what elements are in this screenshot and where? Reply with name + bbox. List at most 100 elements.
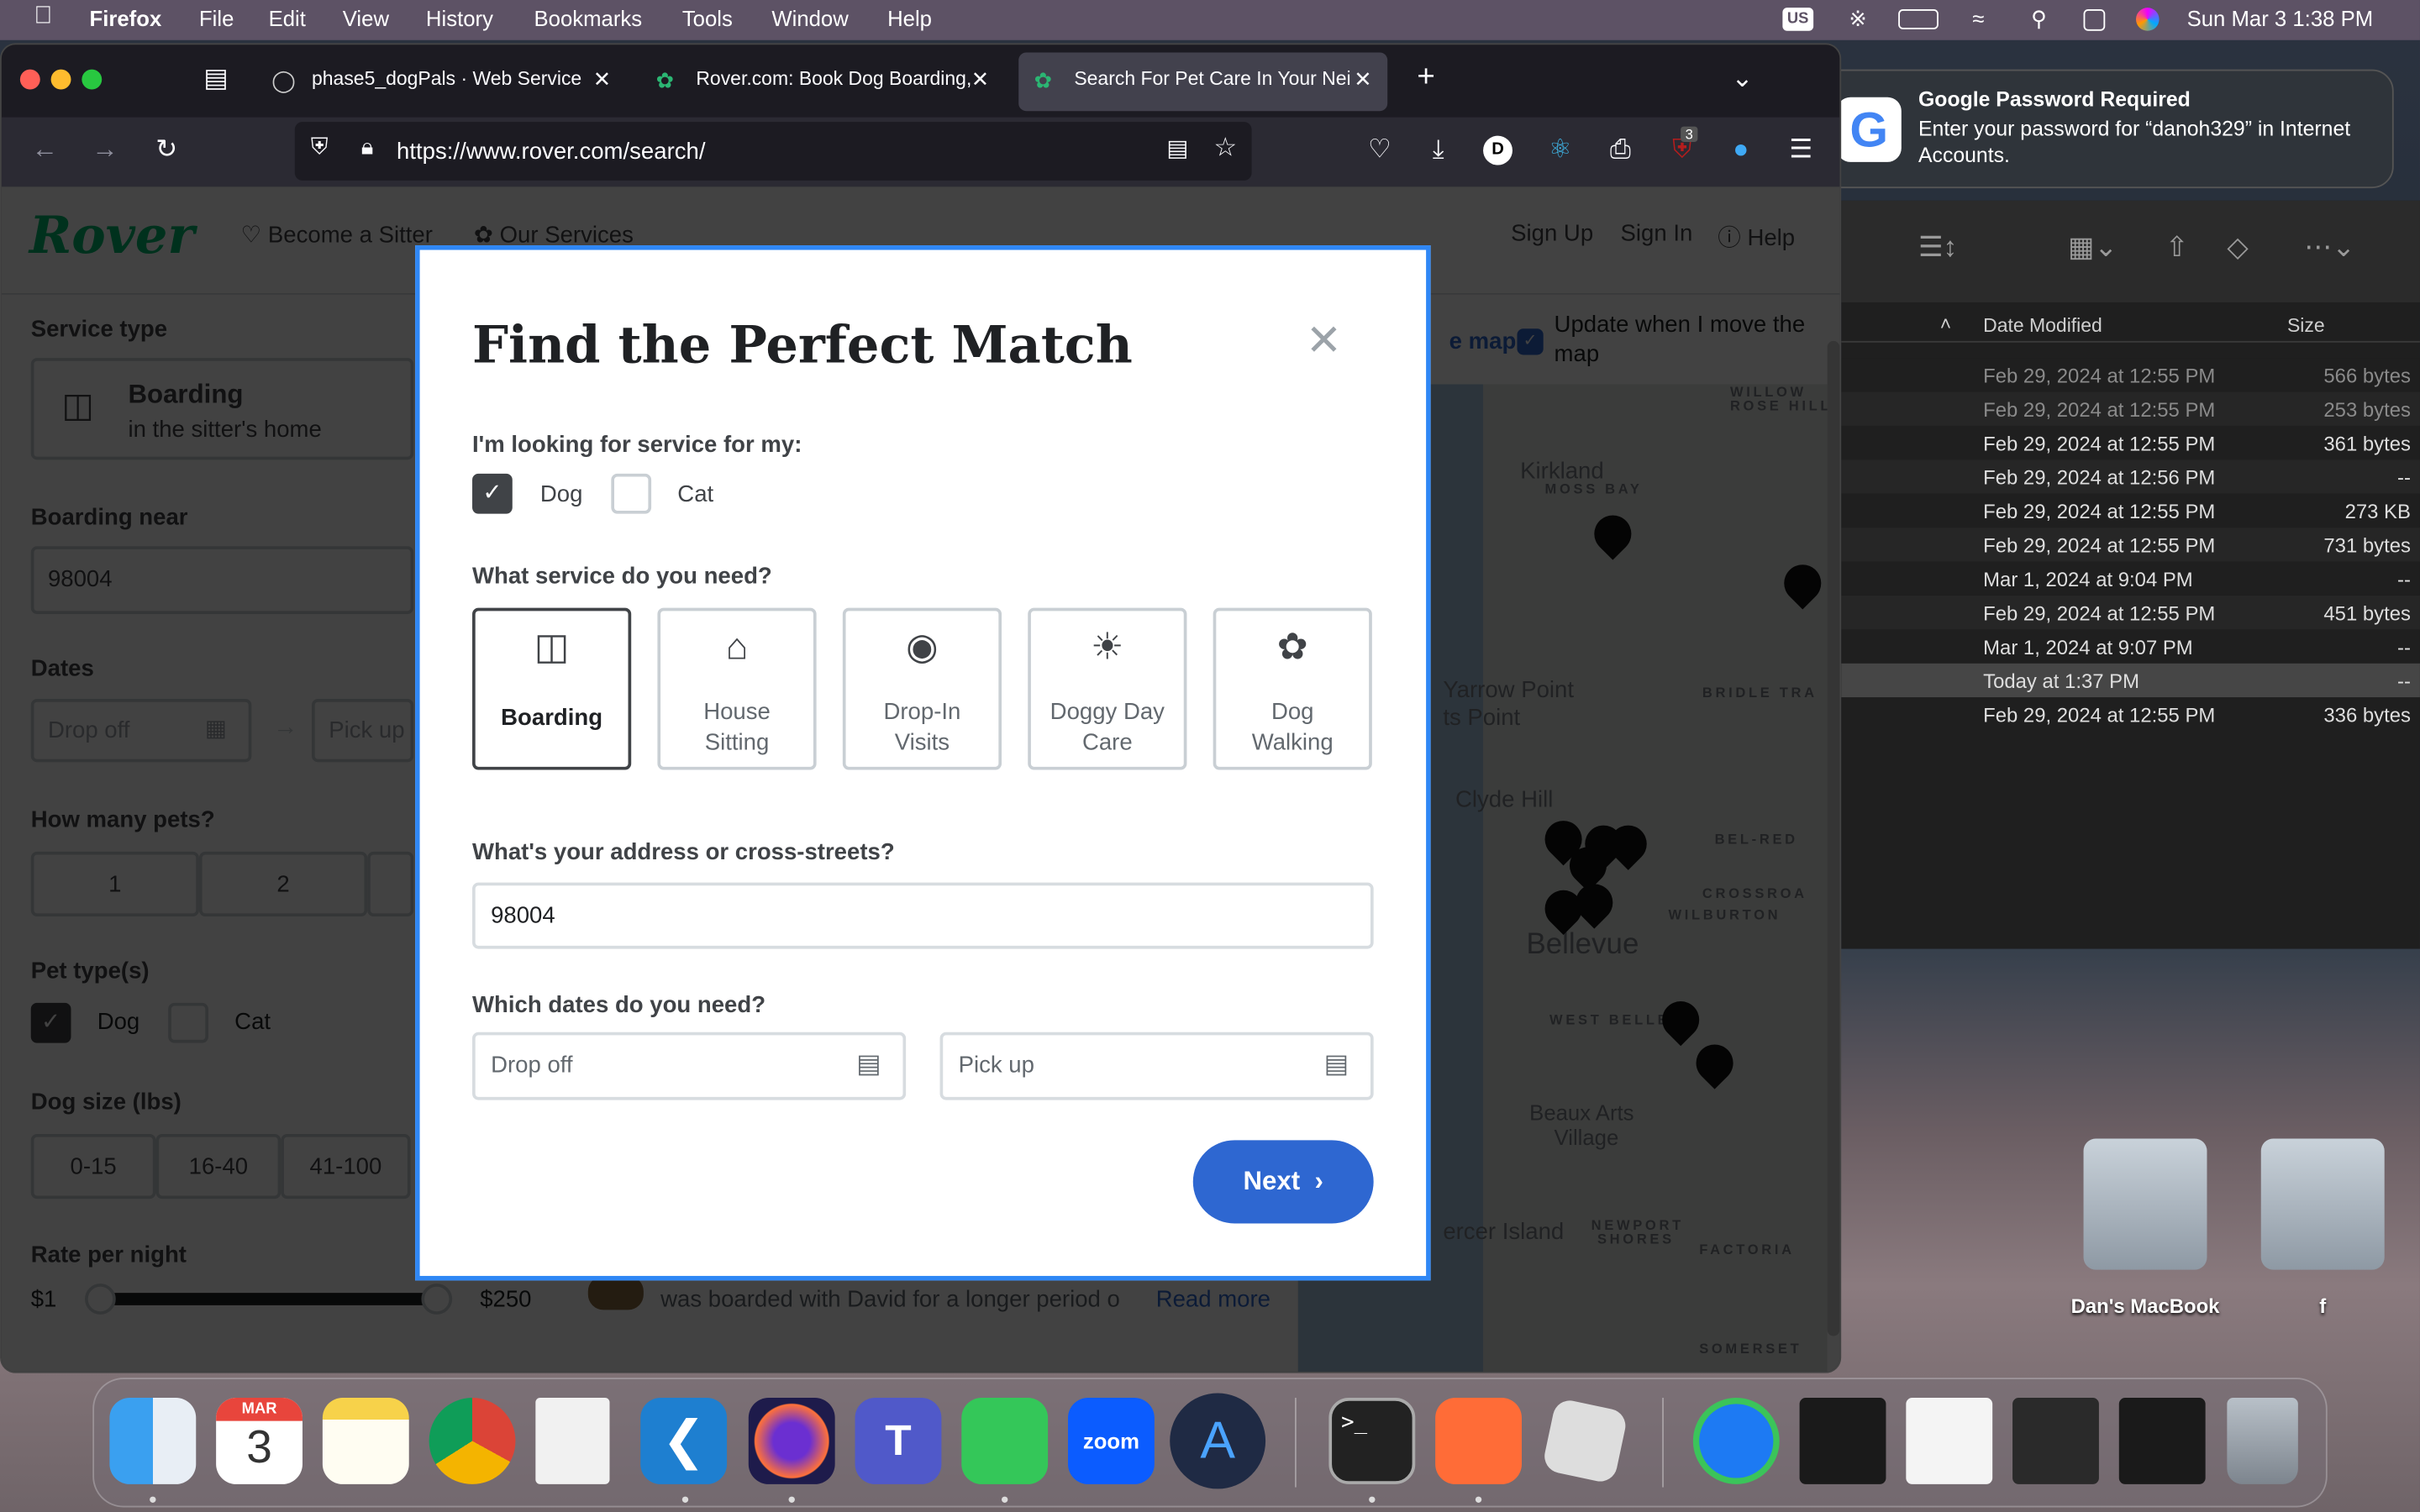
next-button[interactable]: Next › xyxy=(1192,1140,1374,1224)
file-row[interactable]: Feb 29, 2024 at 12:55 PM 253 bytes xyxy=(1841,391,2420,426)
dog-size-small[interactable]: 0-15 xyxy=(30,1133,156,1200)
forward-icon[interactable]: → xyxy=(88,134,122,165)
menu-help[interactable]: Help xyxy=(887,6,932,30)
vscode-dock-icon[interactable]: ❮ xyxy=(640,1398,728,1484)
read-more-link[interactable]: Read more xyxy=(1156,1287,1270,1313)
zoom-dock-icon[interactable]: zoom xyxy=(1067,1398,1155,1484)
file-row[interactable]: Feb 29, 2024 at 12:55 PM 273 KB xyxy=(1841,493,2420,528)
arc-dock-icon[interactable]: A xyxy=(1170,1393,1266,1489)
list-tabs-chevron-icon[interactable]: ⌄ xyxy=(1725,63,1759,94)
close-window-button[interactable] xyxy=(19,69,40,90)
file-row[interactable]: Feb 29, 2024 at 12:55 PM 731 bytes xyxy=(1841,528,2420,562)
rate-slider-min-handle[interactable] xyxy=(85,1284,116,1315)
close-tab-icon[interactable]: ✕ xyxy=(1354,66,1372,92)
postman-dock-icon[interactable] xyxy=(1435,1398,1522,1484)
close-tab-icon[interactable]: ✕ xyxy=(593,66,612,92)
notes-dock-icon[interactable] xyxy=(322,1398,409,1484)
reload-icon[interactable]: ↻ xyxy=(150,134,183,165)
trash-dock-icon[interactable] xyxy=(2227,1398,2298,1484)
input-source-indicator[interactable]: US xyxy=(1782,8,1813,31)
page-scrollbar[interactable] xyxy=(1827,340,1840,1336)
wifi-icon[interactable]: ≈ xyxy=(1972,6,1984,30)
react-devtools-icon[interactable]: ⚛ xyxy=(1544,134,1577,165)
finder-dock-icon[interactable] xyxy=(109,1398,197,1484)
service-card-day-care[interactable]: ☀ Doggy Day Care xyxy=(1028,607,1187,770)
minimize-window-button[interactable] xyxy=(50,69,71,90)
more-actions-icon[interactable]: ⋯⌄ xyxy=(2304,232,2355,265)
file-row[interactable]: Mar 1, 2024 at 9:07 PM -- xyxy=(1841,629,2420,664)
filter-cat-checkbox[interactable] xyxy=(168,1002,208,1043)
extension-d-icon[interactable]: D xyxy=(1483,135,1512,165)
window-thumbnail[interactable] xyxy=(2118,1398,2206,1484)
filter-drop-off-input[interactable]: Drop off ▦ xyxy=(30,699,252,763)
tracking-shield-icon[interactable]: ⛨ xyxy=(302,134,336,160)
sort-chevron-icon[interactable]: ˄ xyxy=(1940,313,1951,335)
disk-label-f[interactable]: f xyxy=(2230,1294,2415,1318)
share-icon[interactable]: ⇧ xyxy=(2165,232,2189,265)
our-services-link[interactable]: ✿ Our Services xyxy=(474,221,634,248)
menu-app-firefox[interactable]: Firefox xyxy=(90,6,162,30)
column-date-modified[interactable]: Date Modified xyxy=(1983,315,2102,337)
url-text[interactable]: https://www.rover.com/search/ xyxy=(397,139,705,165)
group-icon[interactable]: ▦⌄ xyxy=(2068,232,2118,265)
pets-count-2[interactable]: 2 xyxy=(198,851,368,916)
lock-icon[interactable]: 🔒︎ xyxy=(350,134,384,160)
reader-view-icon[interactable]: ▤ xyxy=(1160,134,1194,162)
menu-bookmarks[interactable]: Bookmarks xyxy=(534,6,642,30)
drop-off-input[interactable]: Drop off ▤ xyxy=(472,1032,907,1100)
window-thumbnail[interactable] xyxy=(1906,1398,1993,1484)
sitter-map-pin[interactable] xyxy=(1654,993,1707,1047)
menu-edit[interactable]: Edit xyxy=(269,6,306,30)
bluetooth-icon[interactable]: ※ xyxy=(1849,6,1867,32)
pick-up-input[interactable]: Pick up ▤ xyxy=(939,1032,1374,1100)
new-tab-icon[interactable]: + xyxy=(1409,60,1443,96)
disk-icon[interactable] xyxy=(2260,1138,2385,1270)
menu-window[interactable]: Window xyxy=(771,6,848,30)
dog-size-medium[interactable]: 16-40 xyxy=(155,1133,281,1200)
become-sitter-link[interactable]: ♡ Become a Sitter xyxy=(241,221,433,248)
list-view-icon[interactable]: ☰↕ xyxy=(1918,232,1957,265)
menu-clock[interactable]: Sun Mar 3 1:38 PM xyxy=(2187,6,2374,30)
pets-count-more[interactable] xyxy=(367,851,414,916)
close-modal-icon[interactable]: ✕ xyxy=(1306,315,1342,366)
rover-logo[interactable]: Rover xyxy=(29,205,195,265)
close-tab-icon[interactable]: ✕ xyxy=(971,66,990,92)
update-on-move-checkbox[interactable]: ✓ xyxy=(1517,328,1544,355)
service-card-house-sitting[interactable]: ⌂ House Sitting xyxy=(657,607,817,770)
service-card-dog-walking[interactable]: ✿ Dog Walking xyxy=(1213,607,1372,770)
app-menu-icon[interactable]: ☰ xyxy=(1784,134,1818,165)
service-card-drop-in[interactable]: ◉ Drop-In Visits xyxy=(842,607,1002,770)
ghost-extension-icon[interactable]: ● xyxy=(1724,134,1758,165)
spotlight-search-icon[interactable]: ⚲ xyxy=(2031,6,2047,32)
file-row[interactable]: Mar 1, 2024 at 9:04 PM -- xyxy=(1841,561,2420,596)
disk-icon[interactable] xyxy=(2083,1138,2207,1270)
sitter-map-pin[interactable] xyxy=(1586,507,1639,560)
control-center-icon[interactable] xyxy=(2083,9,2106,31)
google-password-notification[interactable]: G Google Password Required Enter your pa… xyxy=(1816,69,2394,189)
window-thumbnail[interactable] xyxy=(1799,1398,1886,1484)
bookmark-star-icon[interactable]: ☆ xyxy=(1208,133,1242,164)
window-thumbnail[interactable] xyxy=(2012,1398,2099,1484)
siri-icon[interactable] xyxy=(2135,8,2160,31)
boarding-near-input[interactable]: 98004 xyxy=(30,546,414,615)
service-type-select[interactable]: ◫ Boarding in the sitter's home xyxy=(30,358,414,460)
modal-cat-checkbox[interactable] xyxy=(611,473,652,514)
textedit-dock-icon[interactable] xyxy=(535,1398,610,1484)
menu-tools[interactable]: Tools xyxy=(682,6,733,30)
address-input[interactable]: 98004 xyxy=(472,882,1374,949)
sitter-map-pin[interactable] xyxy=(1688,1037,1741,1089)
pets-count-1[interactable]: 1 xyxy=(30,851,199,916)
file-row[interactable]: Feb 29, 2024 at 12:56 PM -- xyxy=(1841,459,2420,494)
menu-view[interactable]: View xyxy=(343,6,389,30)
file-row[interactable]: Feb 29, 2024 at 12:55 PM 566 bytes xyxy=(1841,358,2420,392)
file-row[interactable]: Today at 1:37 PM -- xyxy=(1841,663,2420,698)
modal-dog-checkbox[interactable]: ✓ xyxy=(472,473,513,514)
firefox-dock-icon[interactable] xyxy=(748,1398,835,1484)
xcode-app-store-dock-icon[interactable] xyxy=(1692,1398,1780,1484)
tag-icon[interactable]: ◇ xyxy=(2227,232,2248,265)
menu-file[interactable]: File xyxy=(199,6,234,30)
back-icon[interactable]: ← xyxy=(28,134,61,165)
service-card-boarding[interactable]: ◫ Boarding xyxy=(472,607,632,770)
chrome-dock-icon[interactable] xyxy=(429,1398,516,1484)
rate-slider-track[interactable] xyxy=(100,1293,437,1305)
